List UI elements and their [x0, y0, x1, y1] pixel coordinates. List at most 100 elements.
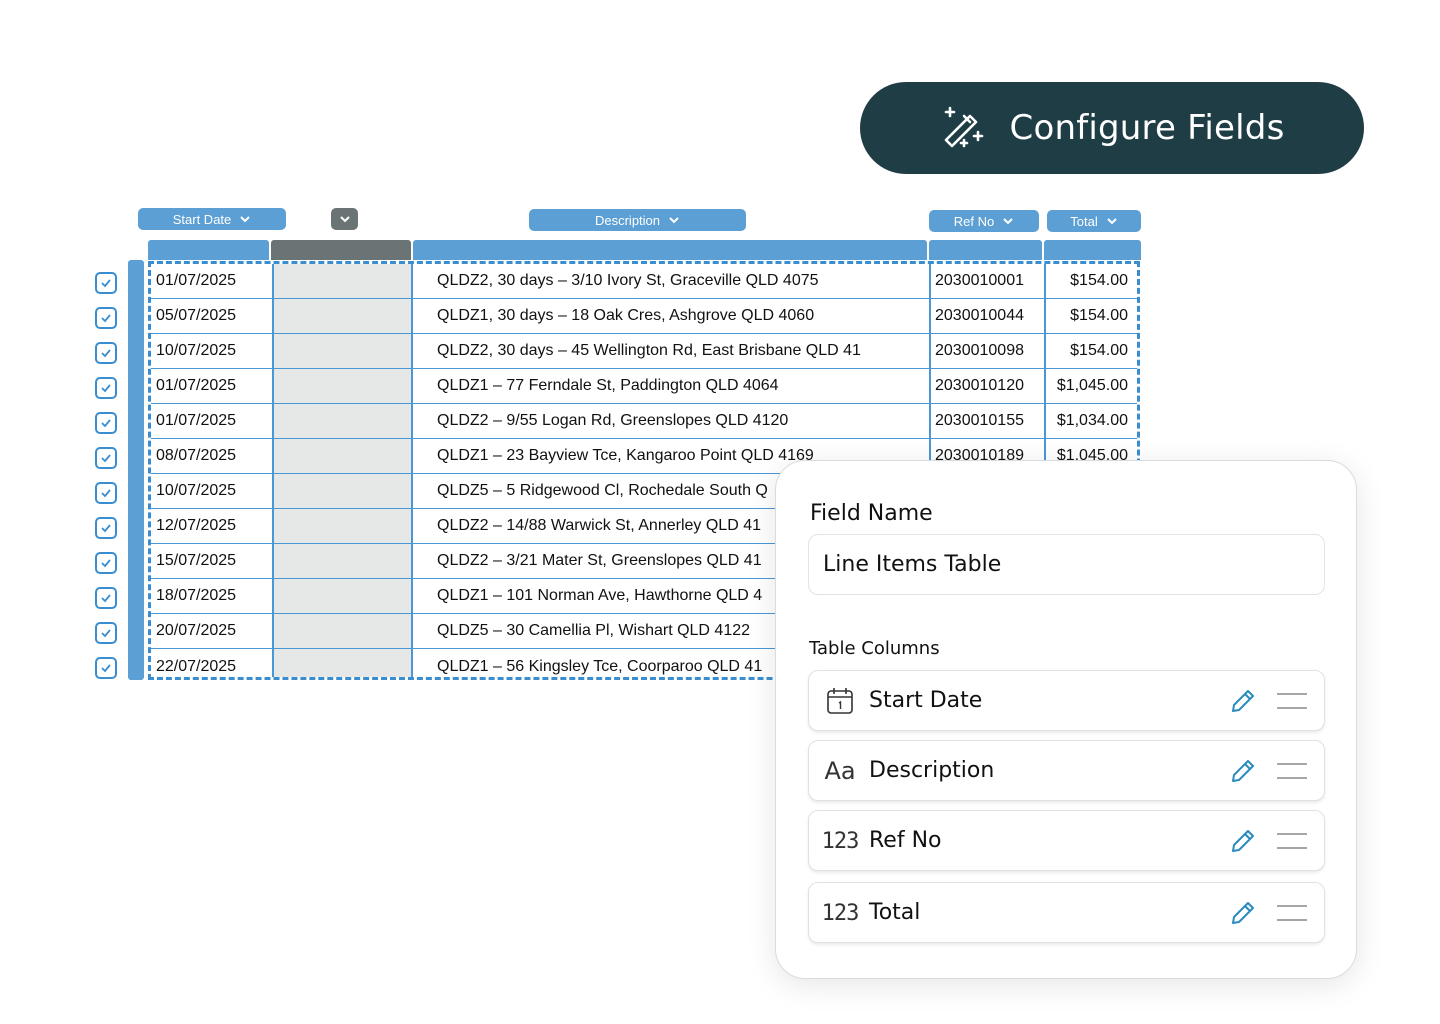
number-type-icon: 123 — [821, 828, 860, 854]
check-icon — [101, 559, 111, 568]
cell-ref-no: 2030010120 — [935, 377, 1024, 394]
column-chip-label: Description — [594, 212, 661, 228]
row-checkbox[interactable] — [95, 307, 117, 329]
drag-handle-icon[interactable] — [1276, 761, 1308, 781]
cell-start-date: 12/07/2025 — [156, 517, 237, 534]
row-checkbox[interactable] — [95, 342, 117, 364]
table-row[interactable]: 05/07/2025 QLDZ1, 30 days – 18 Oak Cres, … — [151, 299, 1137, 334]
row-checkbox[interactable] — [95, 552, 117, 574]
check-icon — [101, 524, 111, 533]
cell-description: QLDZ1, 30 days – 18 Oak Cres, Ashgrove Q… — [437, 307, 815, 324]
row-checkbox[interactable] — [95, 482, 117, 504]
row-checkbox[interactable] — [95, 377, 117, 399]
check-icon — [101, 419, 111, 428]
check-icon — [101, 349, 111, 358]
table-row[interactable]: 10/07/2025 QLDZ2, 30 days – 45 Wellington… — [151, 334, 1137, 369]
column-bar-total[interactable] — [1044, 240, 1141, 260]
column-chip-label: Total — [1070, 213, 1098, 229]
check-icon — [101, 384, 111, 393]
cell-total: $154.00 — [1070, 342, 1128, 359]
row-checkbox[interactable] — [95, 447, 117, 469]
configure-fields-button[interactable]: Configure Fields — [860, 82, 1364, 174]
column-chip-label: Ref No — [953, 213, 995, 229]
check-icon — [101, 454, 111, 463]
column-bar-description[interactable] — [413, 240, 927, 260]
drag-handle-icon[interactable] — [1276, 831, 1308, 851]
row-checkbox[interactable] — [95, 587, 117, 609]
cell-ref-no: 2030010098 — [935, 342, 1024, 359]
row-checkbox[interactable] — [95, 412, 117, 434]
column-name: Total — [869, 900, 921, 925]
column-chip-total[interactable]: Total — [1047, 210, 1141, 232]
column-chip-unnamed[interactable] — [331, 208, 358, 230]
table-column-row[interactable]: 123 Total — [808, 882, 1325, 943]
column-bar-ref-no[interactable] — [929, 240, 1042, 260]
calendar-icon — [823, 685, 857, 717]
table-row[interactable]: 01/07/2025 QLDZ2, 30 days – 3/10 Ivory St… — [151, 264, 1137, 299]
field-name-label: Field Name — [810, 501, 933, 526]
cell-start-date: 08/07/2025 — [156, 447, 237, 464]
pencil-icon[interactable] — [1228, 826, 1258, 856]
cell-start-date: 22/07/2025 — [156, 657, 237, 675]
cell-start-date: 20/07/2025 — [156, 622, 237, 639]
cell-start-date: 10/07/2025 — [156, 482, 237, 499]
row-checkbox[interactable] — [95, 517, 117, 539]
drag-handle-icon[interactable] — [1276, 691, 1308, 711]
cell-start-date: 01/07/2025 — [156, 377, 237, 394]
drag-handle-icon[interactable] — [1276, 903, 1308, 923]
column-bar-start-date[interactable] — [148, 240, 269, 260]
check-icon — [101, 629, 111, 638]
cell-description: QLDZ2 – 9/55 Logan Rd, Greenslopes QLD 4… — [437, 412, 789, 429]
chevron-down-icon — [1107, 218, 1117, 225]
table-columns-label: Table Columns — [809, 638, 940, 659]
check-icon — [101, 594, 111, 603]
magic-wand-icon — [944, 106, 983, 148]
table-row[interactable]: 01/07/2025 QLDZ2 – 9/55 Logan Rd, Greensl… — [151, 404, 1137, 439]
column-name: Start Date — [869, 688, 983, 713]
row-checkbox[interactable] — [95, 272, 117, 294]
cell-total: $1,034.00 — [1056, 412, 1128, 429]
canvas: Configure Fields Start Date Description … — [0, 0, 1440, 1024]
column-name: Ref No — [869, 828, 942, 853]
column-chip-description[interactable]: Description — [529, 209, 746, 231]
configure-fields-panel: Field Name Line Items Table Table Column… — [775, 460, 1357, 979]
chevron-down-icon — [240, 216, 250, 223]
cell-total: $154.00 — [1070, 307, 1128, 324]
table-row[interactable]: 01/07/2025 QLDZ1 – 77 Ferndale St, Paddin… — [151, 369, 1137, 404]
cell-total: $1,045.00 — [1056, 377, 1128, 394]
cell-start-date: 01/07/2025 — [156, 272, 237, 289]
cell-start-date: 05/07/2025 — [156, 307, 237, 324]
table-column-row[interactable]: Start Date — [808, 670, 1325, 731]
cell-start-date: 15/07/2025 — [156, 552, 237, 569]
cell-description: QLDZ1 – 77 Ferndale St, Paddington QLD 4… — [437, 377, 779, 394]
cell-start-date: 10/07/2025 — [156, 342, 237, 359]
row-selection-handle[interactable] — [128, 260, 144, 680]
column-chip-ref-no[interactable]: Ref No — [929, 210, 1039, 232]
cell-description: QLDZ2, 30 days – 45 Wellington Rd, East … — [437, 342, 861, 359]
check-icon — [101, 664, 111, 673]
configure-fields-label: Configure Fields — [1009, 108, 1285, 148]
cell-start-date: 01/07/2025 — [156, 412, 237, 429]
text-type-icon: Aa — [824, 757, 856, 785]
check-icon — [101, 489, 111, 498]
column-chip-start-date[interactable]: Start Date — [138, 208, 286, 230]
pencil-icon[interactable] — [1228, 686, 1258, 716]
field-name-input[interactable]: Line Items Table — [808, 534, 1325, 595]
row-checkbox[interactable] — [95, 622, 117, 644]
cell-start-date: 18/07/2025 — [156, 587, 237, 604]
check-icon — [101, 279, 111, 288]
chevron-down-icon — [669, 217, 679, 224]
row-checkbox[interactable] — [95, 657, 117, 679]
chevron-down-icon — [339, 216, 350, 223]
pencil-icon[interactable] — [1228, 756, 1258, 786]
column-name: Description — [869, 758, 995, 783]
column-bar-unnamed[interactable] — [271, 240, 411, 260]
table-column-row[interactable]: 123 Ref No — [808, 810, 1325, 871]
pencil-icon[interactable] — [1228, 898, 1258, 928]
table-column-row[interactable]: Aa Description — [808, 740, 1325, 801]
cell-total: $154.00 — [1070, 272, 1128, 289]
cell-ref-no: 2030010001 — [935, 272, 1024, 289]
cell-ref-no: 2030010155 — [935, 412, 1024, 429]
cell-ref-no: 2030010044 — [935, 307, 1024, 324]
number-type-icon: 123 — [821, 900, 860, 926]
